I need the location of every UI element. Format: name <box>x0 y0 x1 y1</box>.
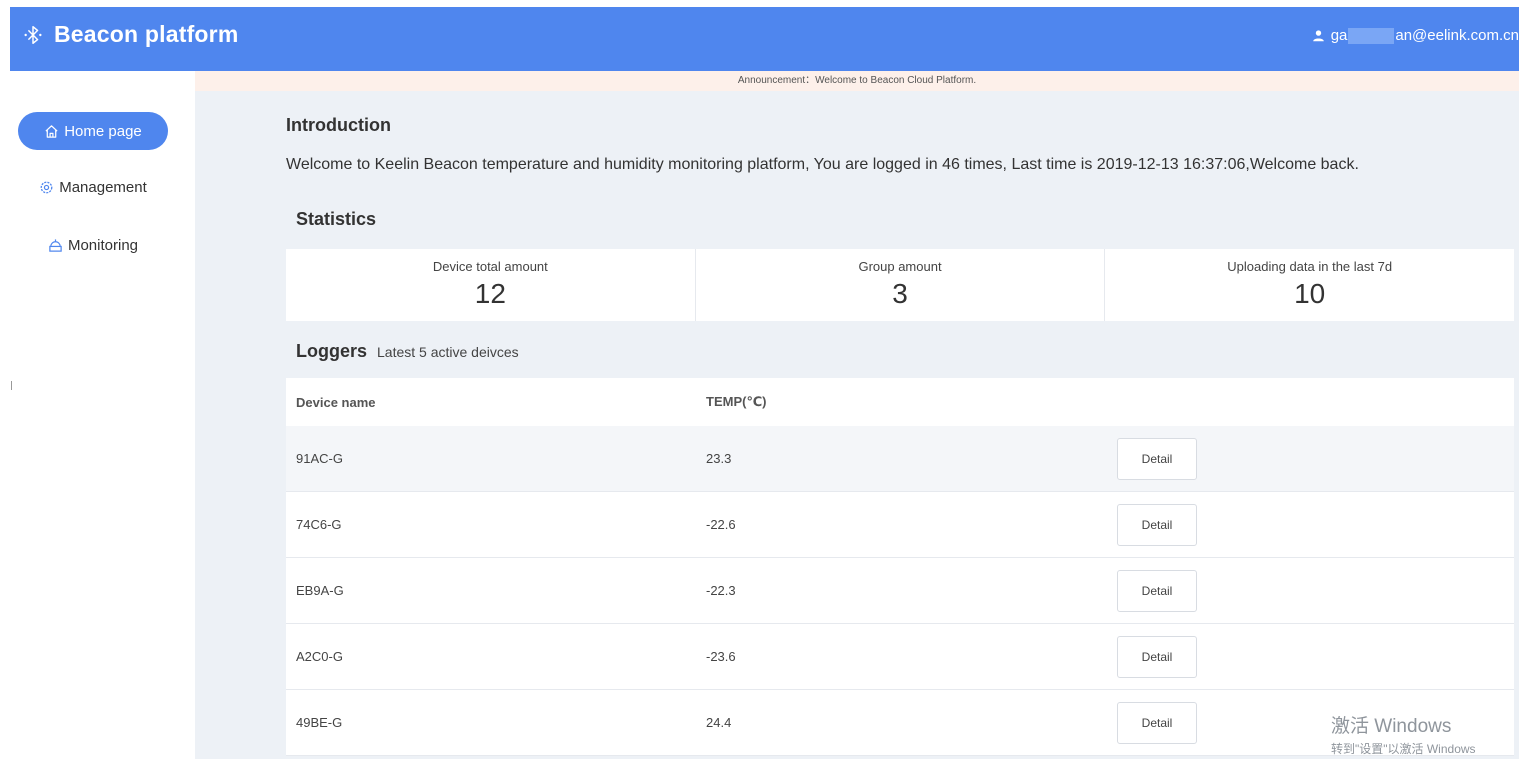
gear-icon <box>40 181 53 193</box>
nav-monitoring-label: Monitoring <box>67 236 139 254</box>
nav-home-page[interactable]: Home page <box>18 112 168 150</box>
windows-activation-watermark: 激活 Windows 转到"设置"以激活 Windows <box>1331 711 1476 757</box>
stat-label: Uploading data in the last 7d <box>1227 259 1393 274</box>
column-header-device-name: Device name <box>296 394 376 410</box>
device-name-cell: 49BE-G <box>296 715 343 730</box>
table-row: 49BE-G 24.4 Detail <box>286 690 1514 756</box>
device-name-cell: EB9A-G <box>296 583 344 598</box>
table-row: EB9A-G -22.3 Detail <box>286 558 1514 624</box>
stat-value: 12 <box>474 278 506 309</box>
temp-cell: -22.6 <box>706 517 736 532</box>
loggers-subtitle: Latest 5 active deivces <box>377 344 519 360</box>
nav-management-label: Management <box>59 178 147 196</box>
watermark-line-2: 转到"设置"以激活 Windows <box>1331 742 1476 756</box>
loggers-table: Device name TEMP(℃) 91AC-G 23.3 Detail 7… <box>286 378 1514 756</box>
stat-device-total: Device total amount 12 <box>286 249 696 321</box>
device-name-cell: 74C6-G <box>296 517 342 532</box>
user-icon <box>1312 30 1324 42</box>
table-header: Device name TEMP(℃) <box>286 378 1514 426</box>
user-email-prefix: ga <box>1330 27 1348 44</box>
device-name-cell: 91AC-G <box>296 451 343 466</box>
user-account[interactable]: ga an@eelink.com.cn <box>1312 27 1519 44</box>
app-title: Beacon platform <box>54 21 239 47</box>
detail-cell: Detail <box>1117 624 1197 689</box>
watermark-line-1: 激活 Windows <box>1331 716 1452 737</box>
stat-value: 10 <box>1294 278 1326 309</box>
detail-button[interactable]: Detail <box>1117 635 1197 678</box>
temp-cell: 24.4 <box>706 715 732 730</box>
table-row: 91AC-G 23.3 Detail <box>286 426 1514 492</box>
stat-label: Device total amount <box>432 259 548 274</box>
nav-home-page-label: Home page <box>64 122 142 140</box>
top-bar: Beacon platform ga an@eelink.com.cn <box>10 7 1519 71</box>
temp-cell: -22.3 <box>706 583 736 598</box>
monitor-icon <box>49 238 62 252</box>
detail-cell: Detail <box>1117 492 1197 557</box>
stat-uploading-7d: Uploading data in the last 7d 10 <box>1105 249 1514 321</box>
statistics-panel: Device total amount 12 Group amount 3 Up… <box>286 249 1514 321</box>
bluetooth-icon <box>24 25 42 44</box>
table-row: 74C6-G -22.6 Detail <box>286 492 1514 558</box>
sidebar: Home page Management Monitoring <box>0 91 195 759</box>
brand[interactable]: Beacon platform <box>22 21 238 48</box>
loggers-heading: Loggers Latest 5 active deivces <box>296 341 519 362</box>
detail-button[interactable]: Detail <box>1117 437 1197 480</box>
table-row: A2C0-G -23.6 Detail <box>286 624 1514 690</box>
redaction-mask <box>1348 27 1395 44</box>
introduction-heading: Introduction <box>286 115 391 135</box>
user-email-suffix: an@eelink.com.cn <box>1395 27 1519 44</box>
stat-label: Group amount <box>858 259 942 274</box>
detail-button[interactable]: Detail <box>1117 701 1197 744</box>
nav-monitoring[interactable]: Monitoring <box>18 226 168 264</box>
nav-management[interactable]: Management <box>18 168 168 206</box>
stat-group-amount: Group amount 3 <box>696 249 1106 321</box>
detail-cell: Detail <box>1117 426 1197 491</box>
column-header-temp: TEMP(℃) <box>706 394 767 409</box>
detail-button[interactable]: Detail <box>1117 503 1197 546</box>
divider-mark <box>11 381 12 390</box>
detail-cell: Detail <box>1117 690 1197 755</box>
loggers-title: Loggers <box>296 341 368 361</box>
welcome-text: Welcome to Keelin Beacon temperature and… <box>286 156 1359 173</box>
temp-cell: 23.3 <box>706 451 732 466</box>
home-icon <box>45 124 58 138</box>
main-content: Introduction Welcome to Keelin Beacon te… <box>195 91 1519 759</box>
detail-cell: Detail <box>1117 558 1197 623</box>
detail-button[interactable]: Detail <box>1117 569 1197 612</box>
device-name-cell: A2C0-G <box>296 649 343 664</box>
temp-cell: -23.6 <box>706 649 736 664</box>
stat-value: 3 <box>892 278 908 309</box>
statistics-heading: Statistics <box>296 209 377 229</box>
announcement-bar: Announcement：Welcome to Beacon Cloud Pla… <box>195 71 1519 91</box>
